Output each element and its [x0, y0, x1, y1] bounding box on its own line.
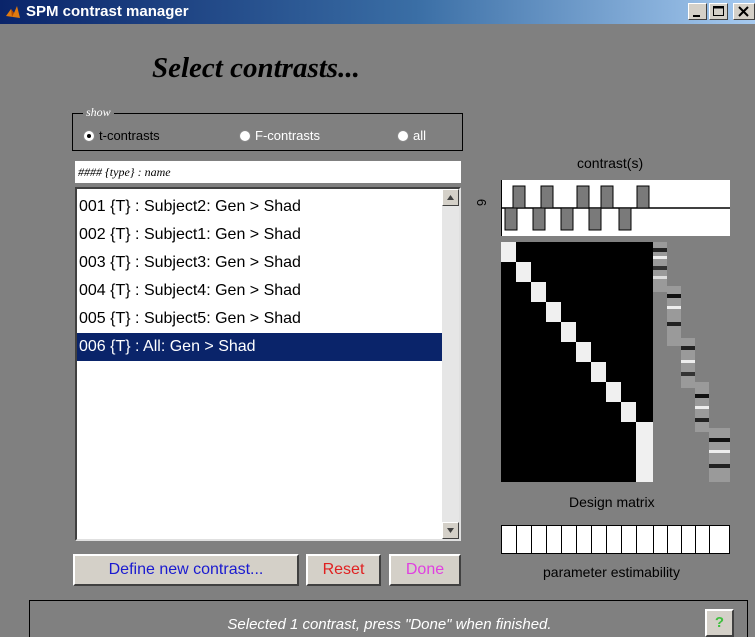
- help-button[interactable]: ?: [705, 609, 734, 637]
- arrow-up-icon: [447, 195, 454, 200]
- status-box: Selected 1 contrast, press "Done" when f…: [29, 600, 748, 637]
- radio-selected-icon: [83, 130, 95, 142]
- radio-unselected-icon: [397, 130, 409, 142]
- radio-label: F-contrasts: [255, 128, 321, 143]
- contrast-list[interactable]: 001 {T} : Subject2: Gen > Shad 002 {T} :…: [75, 187, 461, 541]
- status-text: Selected 1 contrast, press "Done" when f…: [227, 616, 552, 633]
- radio-all[interactable]: all: [397, 128, 426, 143]
- contrast-manager-panel: Select contrasts... show t-contrasts F-c…: [0, 24, 755, 637]
- list-scrollbar[interactable]: [442, 189, 459, 539]
- minimize-button[interactable]: [688, 3, 707, 20]
- close-icon: [738, 6, 749, 17]
- title-bar[interactable]: SPM contrast manager: [0, 0, 755, 24]
- radio-t-contrasts[interactable]: t-contrasts: [83, 128, 160, 143]
- minimize-icon: [693, 15, 700, 17]
- close-button[interactable]: [733, 3, 755, 20]
- window-title: SPM contrast manager: [26, 3, 189, 20]
- contrast-number: 6: [474, 198, 490, 207]
- maximize-icon: [713, 6, 724, 16]
- show-group-legend: show: [83, 105, 114, 120]
- list-item-selected[interactable]: 006 {T} : All: Gen > Shad: [77, 333, 443, 361]
- radio-label: all: [413, 128, 427, 143]
- parameter-estimability-label: parameter estimability: [543, 564, 680, 580]
- maximize-button[interactable]: [709, 3, 728, 20]
- radio-f-contrasts[interactable]: F-contrasts: [239, 128, 320, 143]
- design-matrix-image: [501, 242, 730, 482]
- reset-button[interactable]: Reset: [306, 554, 381, 586]
- scroll-up-button[interactable]: [442, 189, 459, 206]
- contrast-weights-plot: [501, 180, 730, 236]
- matlab-icon: [6, 6, 20, 18]
- list-item[interactable]: 005 {T} : Subject5: Gen > Shad: [77, 305, 443, 333]
- list-item[interactable]: 001 {T} : Subject2: Gen > Shad: [77, 193, 443, 221]
- radio-label: t-contrasts: [99, 128, 160, 143]
- radio-unselected-icon: [239, 130, 251, 142]
- define-new-contrast-button[interactable]: Define new contrast...: [73, 554, 299, 586]
- show-filter-group: show t-contrasts F-contrasts all: [72, 105, 463, 151]
- list-item[interactable]: 002 {T} : Subject1: Gen > Shad: [77, 221, 443, 249]
- contrast-label: contrast(s): [577, 155, 644, 171]
- list-item[interactable]: 003 {T} : Subject3: Gen > Shad: [77, 249, 443, 277]
- page-title: Select contrasts...: [152, 52, 360, 84]
- done-button[interactable]: Done: [389, 554, 461, 586]
- design-matrix-label: Design matrix: [569, 494, 655, 510]
- arrow-down-icon: [447, 528, 454, 533]
- scroll-down-button[interactable]: [442, 522, 459, 539]
- list-item[interactable]: 004 {T} : Subject4: Gen > Shad: [77, 277, 443, 305]
- list-header: #### {type} : name: [75, 161, 461, 183]
- parameter-estimability-bar: [501, 525, 730, 554]
